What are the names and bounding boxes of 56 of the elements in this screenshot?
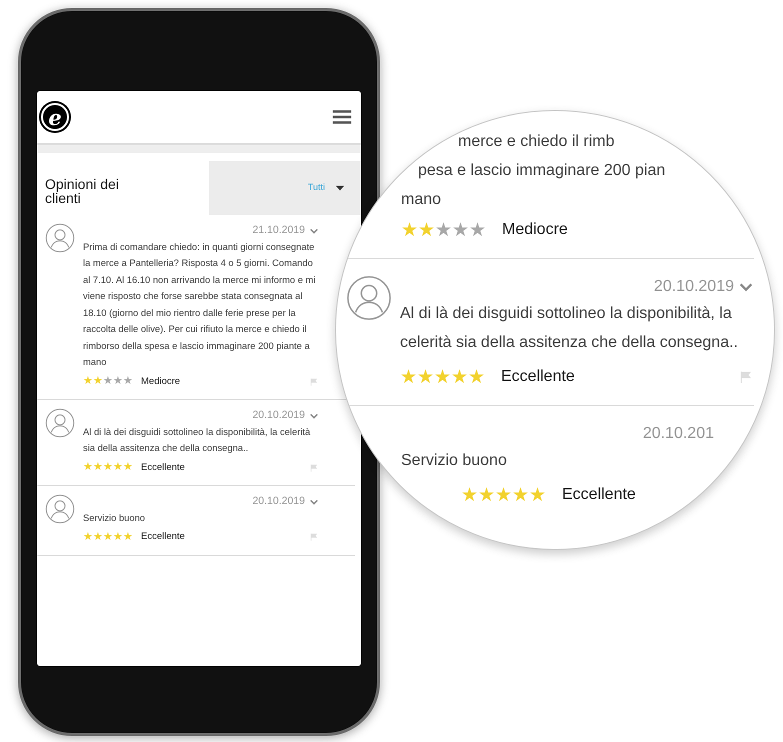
star-icon: ★ — [123, 532, 133, 543]
review-text: Al di là dei disguidi sottolineo la disponibilità, la celerità sia della assitenza che della consegna.. — [400, 304, 739, 353]
star-icon: ★ — [418, 220, 435, 240]
avatar-icon — [45, 494, 75, 524]
star-icon: ★ — [512, 486, 529, 504]
review-text: Servizio buono — [83, 510, 146, 525]
star-icon: ★ — [103, 462, 113, 474]
star-icon: ★ — [400, 368, 417, 386]
star-icon: ★ — [529, 486, 546, 504]
star-icon: ★ — [113, 462, 123, 474]
review-date: 20.10.2019 — [654, 277, 734, 297]
star-icon: ★ — [123, 376, 133, 388]
rating-label: Eccellente — [562, 485, 636, 505]
rating-label: Eccellente — [141, 530, 185, 544]
star-icon: ★ — [468, 368, 485, 386]
star-icon: ★ — [93, 376, 103, 388]
avatar-icon — [45, 223, 75, 253]
review-date: 20.10.201 — [642, 424, 714, 444]
star-icon: ★ — [83, 532, 93, 543]
review-text: Servizio buono — [401, 451, 508, 471]
review-date: 20.10.2019 — [252, 494, 305, 509]
star-icon: ★ — [113, 532, 123, 543]
review-date: 21.10.2019 — [252, 223, 305, 238]
star-icon: ★ — [452, 220, 469, 240]
star-icon: ★ — [83, 376, 93, 388]
review-text: Prima di comandare chiedo: in quanti giorni consegnate la merce a Pantelleria? Risposta 4 o 5 giorni. Comando al 7.10. Al 16.10 non arrivando la merce mi informo e mi viene risposto che forse sarebbe stata consegnata al 18.10 (giorno del mio rientro dalle ferie prese per la raccolta delle olive). Per cui rifiuto la merce e chiedo il rimborso della spesa e lascio immaginare 200 piante a mano — [83, 240, 316, 370]
avatar-icon — [45, 408, 75, 438]
star-icon: ★ — [401, 220, 418, 240]
star-icon: ★ — [435, 220, 452, 240]
star-icon: ★ — [113, 376, 123, 388]
review-text: Al di là dei disguidi sottolineo la disponibilità, la celerità sia della assitenza che della consegna.. — [83, 424, 312, 456]
review-date: 20.10.2019 — [252, 408, 305, 423]
avatar-icon — [346, 275, 392, 321]
review-text: pesa e lascio immaginare 200 pian — [418, 161, 666, 181]
review-text: mano — [401, 190, 442, 210]
star-icon: ★ — [103, 532, 113, 543]
star-icon: ★ — [469, 220, 486, 240]
star-icon: ★ — [478, 486, 495, 504]
star-icon: ★ — [103, 376, 113, 388]
rating-label: Eccellente — [501, 367, 575, 387]
rating-label: Mediocre — [502, 220, 568, 240]
rating-label: Eccellente — [141, 460, 185, 475]
rating-label: Mediocre — [141, 374, 180, 389]
star-icon: ★ — [83, 462, 93, 474]
star-icon: ★ — [495, 486, 512, 504]
star-icon: ★ — [461, 486, 478, 504]
section-title: Opinioni dei clienti — [45, 175, 120, 205]
star-icon: ★ — [417, 368, 434, 386]
review-text: merce e chiedo il rimb — [458, 132, 616, 152]
star-icon: ★ — [451, 368, 468, 386]
star-icon: ★ — [123, 462, 133, 474]
logo[interactable]: e — [41, 103, 69, 131]
star-icon: ★ — [93, 532, 103, 543]
caret-down-icon — [333, 183, 347, 193]
star-icon: ★ — [434, 368, 451, 386]
star-icon: ★ — [93, 462, 103, 474]
